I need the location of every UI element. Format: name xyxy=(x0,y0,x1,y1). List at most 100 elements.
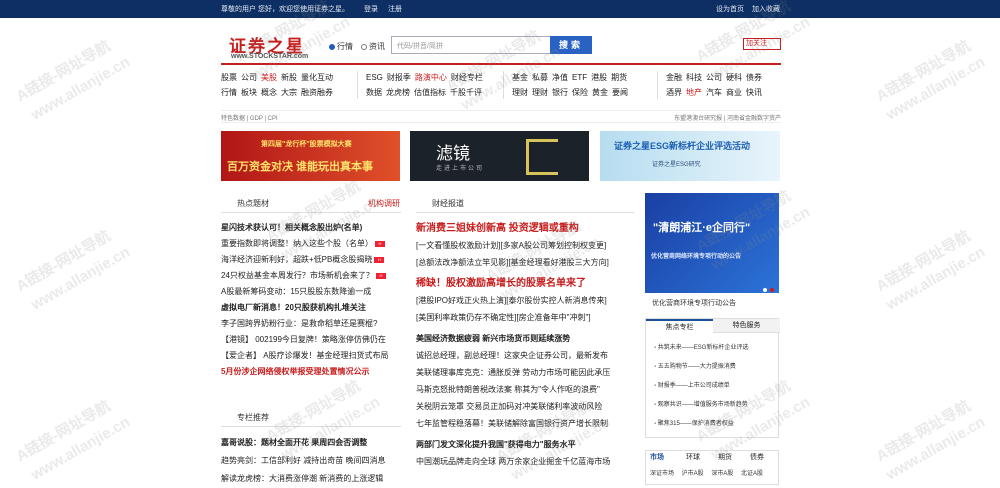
list-item[interactable]: 关税阴云笼罩 交易员正加码对冲美联储利率波动风险 xyxy=(416,398,636,415)
nav-item[interactable]: 量化互动 xyxy=(301,73,333,82)
institution-research-link[interactable]: 机构调研 xyxy=(368,198,400,209)
nav-item[interactable]: 理财 xyxy=(512,88,528,97)
carousel-dots[interactable] xyxy=(760,285,774,294)
nav-item[interactable]: 概念 xyxy=(261,88,277,97)
list-item[interactable]: [总额法改净额法立竿见影][基金经理看好港股三大方向] xyxy=(416,254,636,271)
nav-item[interactable]: 美股 xyxy=(261,73,277,82)
nav-item[interactable]: 黄金 xyxy=(592,88,608,97)
nav-item[interactable]: 龙虎榜 xyxy=(386,88,410,97)
list-item[interactable]: 财报季——上市公司成绩单 xyxy=(654,377,748,396)
search-input[interactable]: 代码/拼音/简拼 xyxy=(391,36,551,54)
nav-item[interactable]: 净值 xyxy=(552,73,568,82)
nav-item[interactable]: 股票 xyxy=(221,73,237,82)
nav-item[interactable]: 酒界 xyxy=(666,88,682,97)
list-item[interactable]: [港股IPO好戏正火热上演][泰尔股份实控人新消息传来] xyxy=(416,292,636,309)
list-item[interactable]: 中国潮玩品牌走向全球 两万余家企业掘金千亿蓝海市场 xyxy=(416,453,636,470)
radio-news[interactable]: 资讯 xyxy=(361,41,385,52)
nav-item[interactable]: 基金 xyxy=(512,73,528,82)
banner-contest[interactable]: 第四届"龙行杯"股票模拟大赛 百万资金对决 谁能玩出真本事 xyxy=(221,131,400,181)
register-link[interactable]: 注册 xyxy=(388,4,402,14)
nav-item[interactable]: 商业 xyxy=(726,88,742,97)
nav-item[interactable]: 公司 xyxy=(706,73,722,82)
nav-item[interactable]: 路演中心 xyxy=(415,73,447,82)
add-favorite-link[interactable]: 加入收藏 xyxy=(752,4,780,14)
list-item[interactable]: A股最新筹码变动：15只股股东数降逾一成 xyxy=(221,284,406,300)
nav-item[interactable]: ESG xyxy=(366,73,383,82)
nav-item[interactable]: 千股千评 xyxy=(450,88,482,97)
list-item[interactable]: 聚焦315——保护消费者权益 xyxy=(654,415,748,434)
nav-item[interactable]: 理财 xyxy=(532,88,548,97)
nav-item[interactable]: 金融 xyxy=(666,73,682,82)
tab-special-service[interactable]: 特色服务 xyxy=(713,319,780,333)
nav-item[interactable]: 财报季 xyxy=(387,73,411,82)
list-item[interactable]: 李子国跨界奶粉行业：是救命稻草还是赛棍? xyxy=(221,316,406,332)
right-banner-caption[interactable]: 优化营商环境专项行动公告 xyxy=(652,298,736,308)
list-item[interactable]: 嘉哥说股：题材全面开花 果周四会否调整 xyxy=(221,434,406,452)
dot-icon[interactable] xyxy=(763,288,767,292)
login-link[interactable]: 登录 xyxy=(364,4,378,14)
nav-item[interactable]: 私募 xyxy=(532,73,548,82)
market-row[interactable]: 深证市场 沪市A股 深市A股 北证A股 xyxy=(650,468,763,477)
list-item[interactable]: 五五购物节——大力提振消费 xyxy=(654,358,748,377)
nav-item[interactable]: 财经专栏 xyxy=(451,73,483,82)
list-item[interactable]: 星闪技术获认可！相关概念股出炉(名单) xyxy=(221,220,406,236)
nav-item[interactable]: 硬科 xyxy=(726,73,742,82)
list-item[interactable]: 七年监管程稳落幕！美联储解除富国银行资产增长限制 xyxy=(416,415,636,432)
subbar-left[interactable]: 特色数据 | GDP | CPI xyxy=(221,113,278,122)
list-item[interactable]: 马斯克怒批特朗普税改法案 称其为"令人作呕的浪费" xyxy=(416,381,636,398)
list-item[interactable]: 趋势亮剑：工信部利好 减持出奇苗 晚间四消息 xyxy=(221,452,406,470)
search-button[interactable]: 搜索 xyxy=(550,36,592,54)
list-item[interactable]: 观察共识——增值服务市场新趋势 xyxy=(654,396,748,415)
tab-futures[interactable]: 期货 xyxy=(718,451,732,464)
list-item[interactable]: 诚招总经理，副总经理！这家央企证券公司，最新发布 xyxy=(416,347,636,364)
nav-item[interactable]: 公司 xyxy=(241,73,257,82)
nav-item[interactable]: 银行 xyxy=(552,88,568,97)
nav-item[interactable]: 板块 xyxy=(241,88,257,97)
right-banner[interactable]: "清朗浦江·e企同行" 优化营商网络环境专项行动的公告 xyxy=(645,193,779,293)
dot-active-icon[interactable] xyxy=(770,288,774,292)
list-item[interactable]: 【爱企者】 A股疗诊爆发！基金经理扫货式布局 xyxy=(221,348,406,364)
list-item[interactable]: 24只权益基金本周发行？市场新机会来了？ H xyxy=(221,268,406,284)
nav-item[interactable]: 保险 xyxy=(572,88,588,97)
nav-item[interactable]: 行情 xyxy=(221,88,237,97)
nav-item[interactable]: 估值指标 xyxy=(414,88,446,97)
nav-item[interactable]: 融资融券 xyxy=(301,88,333,97)
list-item[interactable]: 【港镜】 002199今日复牌！策略涨停仿佛仍在 xyxy=(221,332,406,348)
list-item[interactable]: 解读龙虎榜：大消费涨停潮 新消费的上涨逻辑 xyxy=(221,470,406,488)
nav-item[interactable]: 地产 xyxy=(686,88,702,97)
nav-item[interactable]: 数据 xyxy=(366,88,382,97)
headline[interactable]: 两部门发文深化提升我国"获得电力"服务水平 xyxy=(416,436,636,453)
nav-item[interactable]: 大宗 xyxy=(281,88,297,97)
headline[interactable]: 新消费三姐妹创新高 投资逻辑或重构 xyxy=(416,220,636,237)
tab-focus-column[interactable]: 焦点专栏 xyxy=(646,319,713,333)
banner-esg[interactable]: 证券之星ESG新标杆企业评选活动 证券之星ESG研究 xyxy=(600,131,780,181)
tab-market[interactable]: 市场 xyxy=(650,451,664,464)
nav-item[interactable]: 期货 xyxy=(611,73,627,82)
nav-item[interactable]: 要闻 xyxy=(612,88,628,97)
list-item[interactable]: [美国利率政策仍存不确定性][房企准备年中"冲刺"] xyxy=(416,309,636,326)
nav-item[interactable]: 债券 xyxy=(746,73,762,82)
nav-item[interactable]: 快讯 xyxy=(746,88,762,97)
set-home-link[interactable]: 设为首页 xyxy=(716,4,744,14)
list-item[interactable]: 海洋经济迎新利好，超跌+低PB概念股揭晓 H xyxy=(221,252,406,268)
nav-item[interactable]: ETF xyxy=(572,73,587,82)
list-item[interactable]: 美联储理事库克克：通胀反弹 劳动力市场可能因此承压 xyxy=(416,364,636,381)
list-item[interactable]: 重要指数即将调整！纳入这些个股（名单） H xyxy=(221,236,406,252)
radio-quote[interactable]: 行情 xyxy=(329,41,353,52)
nav-item[interactable]: 港股 xyxy=(591,73,607,82)
nav-item[interactable]: 科技 xyxy=(686,73,702,82)
nav-item[interactable]: 汽车 xyxy=(706,88,722,97)
headline[interactable]: 稀缺！股权激励高增长的股票名单来了 xyxy=(416,275,636,292)
nav-item[interactable]: 新股 xyxy=(281,73,297,82)
list-item[interactable]: 5月份涉企网络侵权举报受理处置情况公示 xyxy=(221,364,406,380)
list-item[interactable]: 虚拟电厂新消息！20只股获机构扎堆关注 xyxy=(221,300,406,316)
tab-bonds[interactable]: 债券 xyxy=(750,451,764,464)
list-item[interactable]: [一文看懂股权激励计划][多家A股公司筹划控制权变更] xyxy=(416,237,636,254)
subbar-right[interactable]: 东盟港澳台研究报 | 河南省金融数字资产 xyxy=(674,113,781,122)
list-item[interactable]: 共筑未来——ESG新标杆企业评选 xyxy=(654,339,749,358)
tab-global[interactable]: 环球 xyxy=(686,451,700,464)
follow-button[interactable]: 加关注 xyxy=(743,38,781,50)
site-logo[interactable]: 证券之星 www.STOCKSTAR.com xyxy=(221,32,321,62)
banner-filter[interactable]: 滤镜 走进上市公司 xyxy=(410,131,589,181)
headline[interactable]: 美国经济数据疲弱 新兴市场货币则延续涨势 xyxy=(416,330,636,347)
